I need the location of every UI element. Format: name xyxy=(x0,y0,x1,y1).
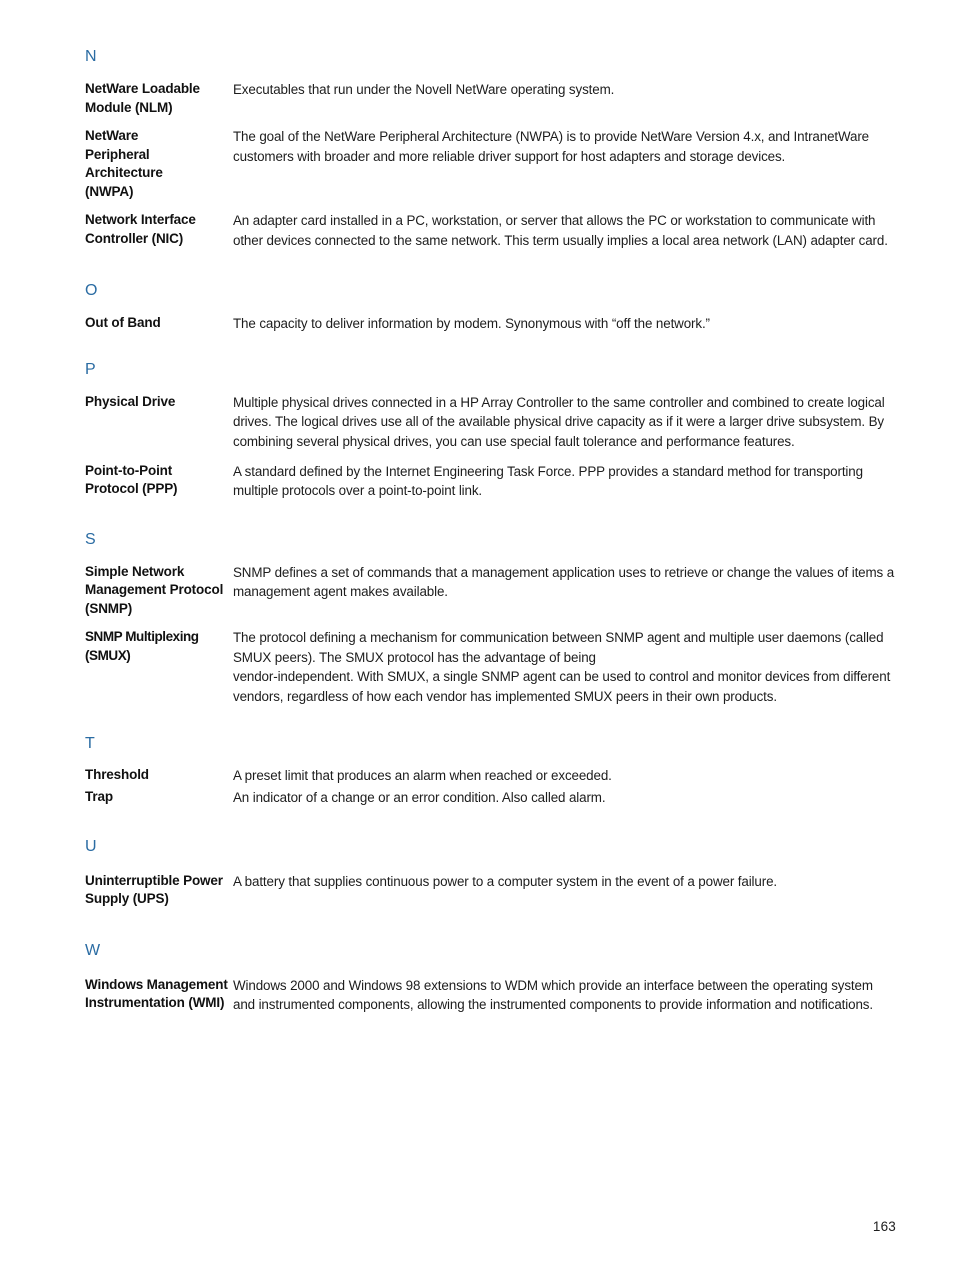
glossary-entry: Point-to-Point Protocol (PPP) A standard … xyxy=(85,462,897,501)
glossary-entry-list: Simple Network Management Protocol (SNMP… xyxy=(85,563,897,707)
glossary-term: NetWare Peripheral Architecture (NWPA) xyxy=(85,128,163,199)
glossary-entry: Threshold A preset limit that produces an… xyxy=(85,766,897,786)
letter-heading: N xyxy=(85,48,98,65)
glossary-term: Network Interface Controller (NIC) xyxy=(85,212,196,246)
glossary-term: Physical Drive xyxy=(85,393,176,409)
glossary-definition: The protocol defining a mechanism for co… xyxy=(233,630,891,705)
glossary-entry-list: Uninterruptible Power Supply (UPS) A batt… xyxy=(85,872,897,909)
glossary-definition: A preset limit that produces an alarm wh… xyxy=(233,767,612,783)
glossary-definition: Multiple physical drives connected in a … xyxy=(233,394,885,449)
glossary-entry: NetWare Loadable Module (NLM) Executables… xyxy=(85,80,897,117)
glossary-term: Trap xyxy=(85,789,113,805)
glossary-definition: A battery that supplies continuous power… xyxy=(233,873,777,889)
glossary-section-n: N NetWare Loadable Module (NLM) Executable… xyxy=(85,48,897,250)
glossary-definition: A standard defined by the Internet Engin… xyxy=(233,463,863,499)
glossary-entry: Simple Network Management Protocol (SNMP… xyxy=(85,563,897,619)
glossary-entry: Physical Drive Multiple physical drives c… xyxy=(85,393,897,452)
glossary-content: N NetWare Loadable Module (NLM) Executable… xyxy=(85,48,897,1015)
glossary-entry-list: Out of Band The capacity to deliver infor… xyxy=(85,314,897,334)
letter-heading: S xyxy=(85,530,97,548)
glossary-definition: The goal of the NetWare Peripheral Archi… xyxy=(233,129,870,164)
glossary-term: NetWare Loadable Module (NLM) xyxy=(85,81,200,115)
glossary-entry: Network Interface Controller (NIC) An ada… xyxy=(85,211,897,250)
glossary-term: Threshold xyxy=(85,766,149,782)
glossary-definition: The capacity to deliver information by m… xyxy=(233,316,710,332)
glossary-entry-list: Physical Drive Multiple physical drives c… xyxy=(85,393,897,501)
glossary-term: SNMP Multiplexing (SMUX) xyxy=(85,629,199,663)
glossary-definition: SNMP defines a set of commands that a ma… xyxy=(233,564,895,600)
glossary-section-p: P Physical Drive Multiple physical drives … xyxy=(85,361,897,501)
glossary-term: Point-to-Point Protocol (PPP) xyxy=(85,462,178,497)
glossary-section-s: S Simple Network Management Protocol (SNM… xyxy=(85,531,897,707)
glossary-term: Out of Band xyxy=(85,315,161,331)
glossary-definition: Executables that run under the Novell Ne… xyxy=(233,82,615,97)
glossary-page: N NetWare Loadable Module (NLM) Executable… xyxy=(0,0,954,1271)
glossary-entry: Windows Management Instrumentation (WMI)… xyxy=(85,976,897,1015)
glossary-entry: SNMP Multiplexing (SMUX) The protocol def… xyxy=(85,628,897,706)
glossary-section-u: U Uninterruptible Power Supply (UPS) A bat… xyxy=(85,838,897,909)
glossary-definition: Windows 2000 and Windows 98 extensions t… xyxy=(233,977,873,1013)
glossary-section-w: W Windows Management Instrumentation (WMI… xyxy=(85,942,897,1015)
glossary-entry: NetWare Peripheral Architecture (NWPA) Th… xyxy=(85,127,897,201)
glossary-term: Windows Management Instrumentation (WMI) xyxy=(85,976,228,1011)
glossary-entry-list: Windows Management Instrumentation (WMI)… xyxy=(85,976,897,1015)
glossary-term: Simple Network Management Protocol (SNMP… xyxy=(85,563,224,616)
letter-heading: T xyxy=(85,734,96,752)
glossary-entry-list: Threshold A preset limit that produces an… xyxy=(85,766,897,808)
letter-heading: O xyxy=(85,282,98,300)
glossary-term: Uninterruptible Power Supply (UPS) xyxy=(85,872,223,907)
glossary-entry: Trap An indicator of a change or an error… xyxy=(85,788,897,808)
glossary-entry: Out of Band The capacity to deliver infor… xyxy=(85,314,897,334)
glossary-section-t: T Threshold A preset limit that produces a… xyxy=(85,735,897,808)
glossary-entry-list: NetWare Loadable Module (NLM) Executables… xyxy=(85,80,897,250)
glossary-definition: An indicator of a change or an error con… xyxy=(233,790,606,806)
letter-heading: P xyxy=(85,360,97,378)
glossary-definition: An adapter card installed in a PC, works… xyxy=(233,213,888,248)
letter-heading: U xyxy=(85,837,98,855)
letter-heading: W xyxy=(85,941,101,959)
page-number: 163 xyxy=(872,1219,896,1234)
glossary-entry: Uninterruptible Power Supply (UPS) A batt… xyxy=(85,872,897,909)
glossary-section-o: O Out of Band The capacity to deliver info… xyxy=(85,282,897,334)
